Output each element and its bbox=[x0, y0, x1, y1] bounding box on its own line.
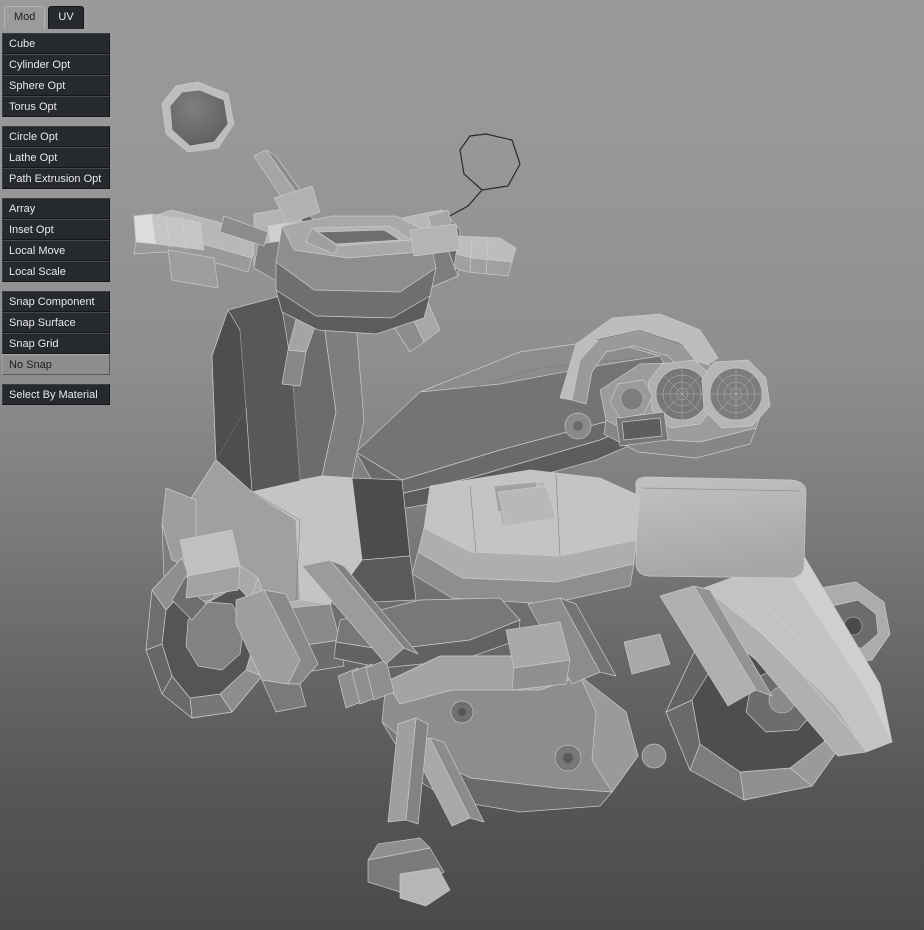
license-plate-panel bbox=[635, 476, 807, 579]
menu-item-cylinder-opt[interactable]: Cylinder Opt bbox=[2, 54, 110, 75]
scooter-model-render: .f { stroke:#c9c9c9; stroke-width:0.7; s… bbox=[133, 81, 893, 907]
left-mirror bbox=[161, 81, 321, 225]
menu-group-snapping: Snap Component Snap Surface Snap Grid No… bbox=[2, 291, 120, 375]
menu-item-local-move[interactable]: Local Move bbox=[2, 240, 110, 261]
menu-group-primitives: Cube Cylinder Opt Sphere Opt Torus Opt bbox=[2, 33, 120, 117]
menu-item-lathe-opt[interactable]: Lathe Opt bbox=[2, 147, 110, 168]
viewport-3d[interactable]: .f { stroke:#c9c9c9; stroke-width:0.7; s… bbox=[0, 0, 924, 930]
menu-item-local-scale[interactable]: Local Scale bbox=[2, 261, 110, 282]
menu-item-path-extrusion-opt[interactable]: Path Extrusion Opt bbox=[2, 168, 110, 189]
application-window: .f { stroke:#c9c9c9; stroke-width:0.7; s… bbox=[0, 0, 924, 930]
menu-item-array[interactable]: Array bbox=[2, 198, 110, 219]
menu-item-snap-surface[interactable]: Snap Surface bbox=[2, 312, 110, 333]
tab-row: Mod UV bbox=[2, 4, 120, 33]
menu-item-torus-opt[interactable]: Torus Opt bbox=[2, 96, 110, 117]
menu-item-select-by-material[interactable]: Select By Material bbox=[2, 384, 110, 405]
menu-group-selection: Select By Material bbox=[2, 384, 120, 405]
menu-item-no-snap[interactable]: No Snap bbox=[2, 354, 110, 375]
right-mirror bbox=[427, 133, 521, 241]
tab-mod[interactable]: Mod bbox=[4, 6, 46, 29]
menu-item-snap-grid[interactable]: Snap Grid bbox=[2, 333, 110, 354]
tab-uv[interactable]: UV bbox=[48, 6, 84, 29]
menu-item-snap-component[interactable]: Snap Component bbox=[2, 291, 110, 312]
menu-item-circle-opt[interactable]: Circle Opt bbox=[2, 126, 110, 147]
menu-item-inset-opt[interactable]: Inset Opt bbox=[2, 219, 110, 240]
engine-block bbox=[337, 655, 667, 827]
tool-panel: Mod UV Cube Cylinder Opt Sphere Opt Toru… bbox=[0, 0, 120, 450]
menu-group-curves: Circle Opt Lathe Opt Path Extrusion Opt bbox=[2, 126, 120, 189]
menu-item-cube[interactable]: Cube bbox=[2, 33, 110, 54]
menu-group-edit-tools: Array Inset Opt Local Move Local Scale bbox=[2, 198, 120, 282]
menu-item-sphere-opt[interactable]: Sphere Opt bbox=[2, 75, 110, 96]
